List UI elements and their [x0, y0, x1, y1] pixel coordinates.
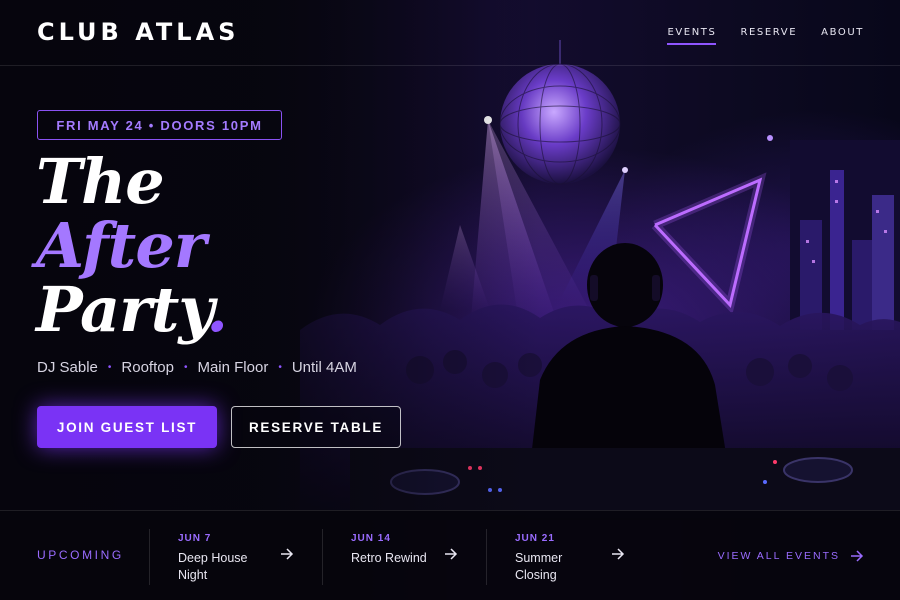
event-date: JUN 21	[515, 533, 555, 544]
upcoming-event-1[interactable]: JUN 7 Deep House Night	[178, 533, 268, 584]
nav-link-reserve[interactable]: RESERVE	[740, 27, 797, 45]
divider	[486, 529, 487, 585]
brand-logo[interactable]: CLUB ATLAS	[37, 18, 239, 46]
view-all-label: VIEW ALL EVENTS	[717, 550, 840, 562]
event-name: Deep House Night	[178, 551, 248, 582]
event-headline: The After Party.	[36, 145, 228, 342]
headline-line-3-text: Party	[36, 273, 207, 346]
arrow-right-icon[interactable]	[444, 547, 458, 561]
arrow-right-icon[interactable]	[280, 547, 294, 561]
site-header: CLUB ATLAS EVENTS RESERVE ABOUT	[0, 0, 900, 66]
reserve-table-button[interactable]: RESERVE TABLE	[231, 406, 401, 448]
headline-line-1: The	[36, 145, 165, 218]
view-all-events-link[interactable]: VIEW ALL EVENTS	[718, 549, 864, 563]
meta-dj: DJ Sable	[37, 359, 98, 376]
nav-link-about[interactable]: ABOUT	[821, 27, 864, 45]
meta-separator: •	[183, 362, 188, 373]
divider	[149, 529, 150, 585]
headline-line-2: After	[36, 209, 206, 282]
upcoming-events-bar: UPCOMING JUN 7 Deep House Night JUN 14 R…	[0, 510, 900, 600]
divider	[322, 529, 323, 585]
event-meta: DJ Sable • Rooftop • Main Floor • Until …	[37, 359, 357, 376]
upcoming-event-2[interactable]: JUN 14 Retro Rewind	[351, 533, 441, 567]
meta-end-time: Until 4AM	[291, 359, 357, 376]
arrow-right-icon	[851, 550, 864, 562]
event-date: JUN 7	[178, 533, 212, 544]
upcoming-event-3[interactable]: JUN 21 Summer Closing	[515, 533, 605, 584]
join-guest-list-button[interactable]: JOIN GUEST LIST	[37, 406, 217, 448]
headline-period: .	[206, 273, 228, 346]
meta-separator: •	[107, 362, 112, 373]
event-name: Retro Rewind	[351, 551, 427, 565]
meta-separator: •	[278, 362, 282, 373]
meta-floor: Main Floor	[197, 359, 269, 376]
upcoming-label: UPCOMING	[37, 548, 124, 562]
main-nav: EVENTS RESERVE ABOUT	[667, 27, 864, 45]
event-date: JUN 14	[351, 533, 391, 544]
event-date-badge: FRI MAY 24 • DOORS 10PM	[37, 110, 282, 140]
arrow-right-icon[interactable]	[611, 547, 625, 561]
meta-location: Rooftop	[121, 359, 174, 376]
nav-link-events[interactable]: EVENTS	[667, 27, 717, 45]
headline-line-3: Party.	[36, 278, 228, 342]
event-name: Summer Closing	[515, 551, 563, 582]
